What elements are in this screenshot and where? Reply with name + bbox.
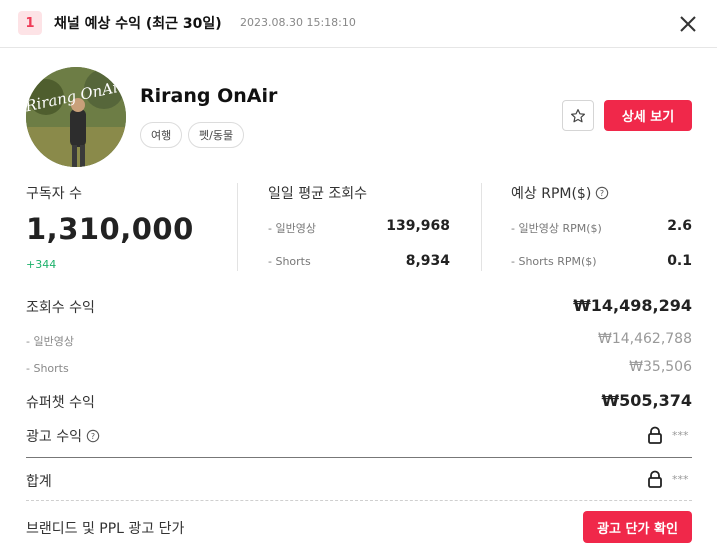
rpm-regular-label: - 일반영상 RPM($) xyxy=(511,222,602,235)
close-icon xyxy=(680,16,696,32)
views-revenue-label: 조회수 수익 xyxy=(26,300,95,316)
daily-views-shorts-value: 8,934 xyxy=(405,253,450,269)
daily-views-label: 일일 평균 조회수 xyxy=(268,186,368,202)
detail-view-button[interactable]: 상세 보기 xyxy=(604,100,692,131)
ad-revenue-value: *** xyxy=(672,428,689,442)
subscribers-delta: +344 xyxy=(26,258,57,271)
ad-revenue-label-text: 광고 수익 xyxy=(26,429,82,445)
channel-avatar: Rirang OnAir xyxy=(26,67,126,167)
star-icon xyxy=(571,108,586,122)
rpm-label: 예상 RPM($)? xyxy=(511,183,609,203)
lock-icon xyxy=(648,470,662,488)
svg-text:?: ? xyxy=(600,189,604,198)
daily-views-shorts-label: - Shorts xyxy=(268,255,311,268)
total-label: 합계 xyxy=(26,474,52,490)
timestamp: 2023.08.30 15:18:10 xyxy=(240,16,356,29)
total-value: *** xyxy=(672,472,689,486)
superchat-revenue-value: ₩505,374 xyxy=(601,391,692,410)
shorts-revenue-value: ₩35,506 xyxy=(629,359,692,375)
divider xyxy=(481,183,482,271)
rpm-regular-value: 2.6 xyxy=(667,218,692,234)
help-icon[interactable]: ? xyxy=(86,429,100,443)
subscribers-value: 1,310,000 xyxy=(26,212,194,246)
subscribers-label: 구독자 수 xyxy=(26,186,82,202)
svg-text:?: ? xyxy=(91,432,95,441)
channel-tag-pets[interactable]: 펫/동물 xyxy=(188,122,245,148)
rpm-shorts-value: 0.1 xyxy=(667,253,692,269)
ad-revenue-locked[interactable]: *** xyxy=(646,426,689,444)
shorts-revenue-label: - Shorts xyxy=(26,362,69,375)
divider xyxy=(26,457,692,458)
rpm-label-text: 예상 RPM($) xyxy=(511,186,592,202)
rank-badge: 1 xyxy=(18,11,42,35)
rpm-shorts-label: - Shorts RPM($) xyxy=(511,255,597,268)
brand-ppl-label: 브랜디드 및 PPL 광고 단가 xyxy=(26,521,185,537)
lock-icon xyxy=(648,426,662,444)
modal-header: 1 채널 예상 수익 (최근 30일) 2023.08.30 15:18:10 xyxy=(0,0,717,48)
channel-tag-travel[interactable]: 여행 xyxy=(140,122,183,148)
daily-views-regular-label: - 일반영상 xyxy=(268,222,316,235)
favorite-button[interactable] xyxy=(562,100,594,131)
help-icon[interactable]: ? xyxy=(595,186,609,200)
close-button[interactable] xyxy=(674,10,702,38)
modal-title: 채널 예상 수익 (최근 30일) xyxy=(54,16,222,32)
check-ad-rate-button[interactable]: 광고 단가 확인 xyxy=(583,511,692,543)
daily-views-regular-value: 139,968 xyxy=(386,218,450,234)
total-locked[interactable]: *** xyxy=(646,470,689,488)
divider xyxy=(237,183,238,271)
superchat-revenue-label: 슈퍼챗 수익 xyxy=(26,395,95,411)
ad-revenue-label: 광고 수익? xyxy=(26,426,100,446)
divider xyxy=(26,500,692,501)
regular-revenue-value: ₩14,462,788 xyxy=(597,331,692,347)
views-revenue-value: ₩14,498,294 xyxy=(573,296,692,315)
regular-revenue-label: - 일반영상 xyxy=(26,335,74,348)
channel-name: Rirang OnAir xyxy=(140,85,278,107)
